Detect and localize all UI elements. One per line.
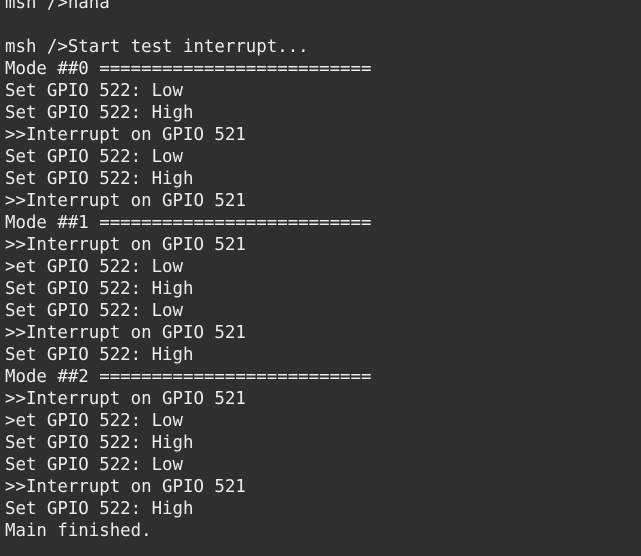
terminal-line: Set GPIO 522: Low [5, 81, 183, 101]
terminal-line: Set GPIO 522: High [5, 279, 194, 299]
terminal-line: Set GPIO 522: High [5, 499, 194, 519]
terminal-line: >>Interrupt on GPIO 521 [5, 125, 246, 145]
terminal-line: Set GPIO 522: High [5, 345, 194, 365]
terminal-line: >>Interrupt on GPIO 521 [5, 389, 246, 409]
terminal-line: Mode ##1 ========================== [5, 213, 372, 233]
terminal-line: Main finished. [5, 521, 152, 541]
terminal-output: msh />hana msh />Start test interrupt...… [5, 0, 639, 542]
terminal-line: Mode ##0 ========================== [5, 59, 372, 79]
terminal-line: >>Interrupt on GPIO 521 [5, 323, 246, 343]
terminal-line: >et GPIO 522: Low [5, 411, 183, 431]
terminal-line: msh />Start test interrupt... [5, 37, 309, 57]
terminal-line: Set GPIO 522: High [5, 169, 194, 189]
terminal-line: Mode ##2 ========================== [5, 367, 372, 387]
terminal-line: >>Interrupt on GPIO 521 [5, 191, 246, 211]
terminal-line: Set GPIO 522: Low [5, 147, 183, 167]
terminal-line: Set GPIO 522: Low [5, 455, 183, 475]
terminal-window[interactable]: msh />hana msh />Start test interrupt...… [0, 0, 641, 556]
terminal-line: Set GPIO 522: High [5, 103, 194, 123]
terminal-line: Set GPIO 522: Low [5, 301, 183, 321]
terminal-line: msh />hana [5, 0, 110, 13]
terminal-line: >>Interrupt on GPIO 521 [5, 477, 246, 497]
terminal-line: >>Interrupt on GPIO 521 [5, 235, 246, 255]
terminal-line: Set GPIO 522: High [5, 433, 194, 453]
terminal-line: >et GPIO 522: Low [5, 257, 183, 277]
